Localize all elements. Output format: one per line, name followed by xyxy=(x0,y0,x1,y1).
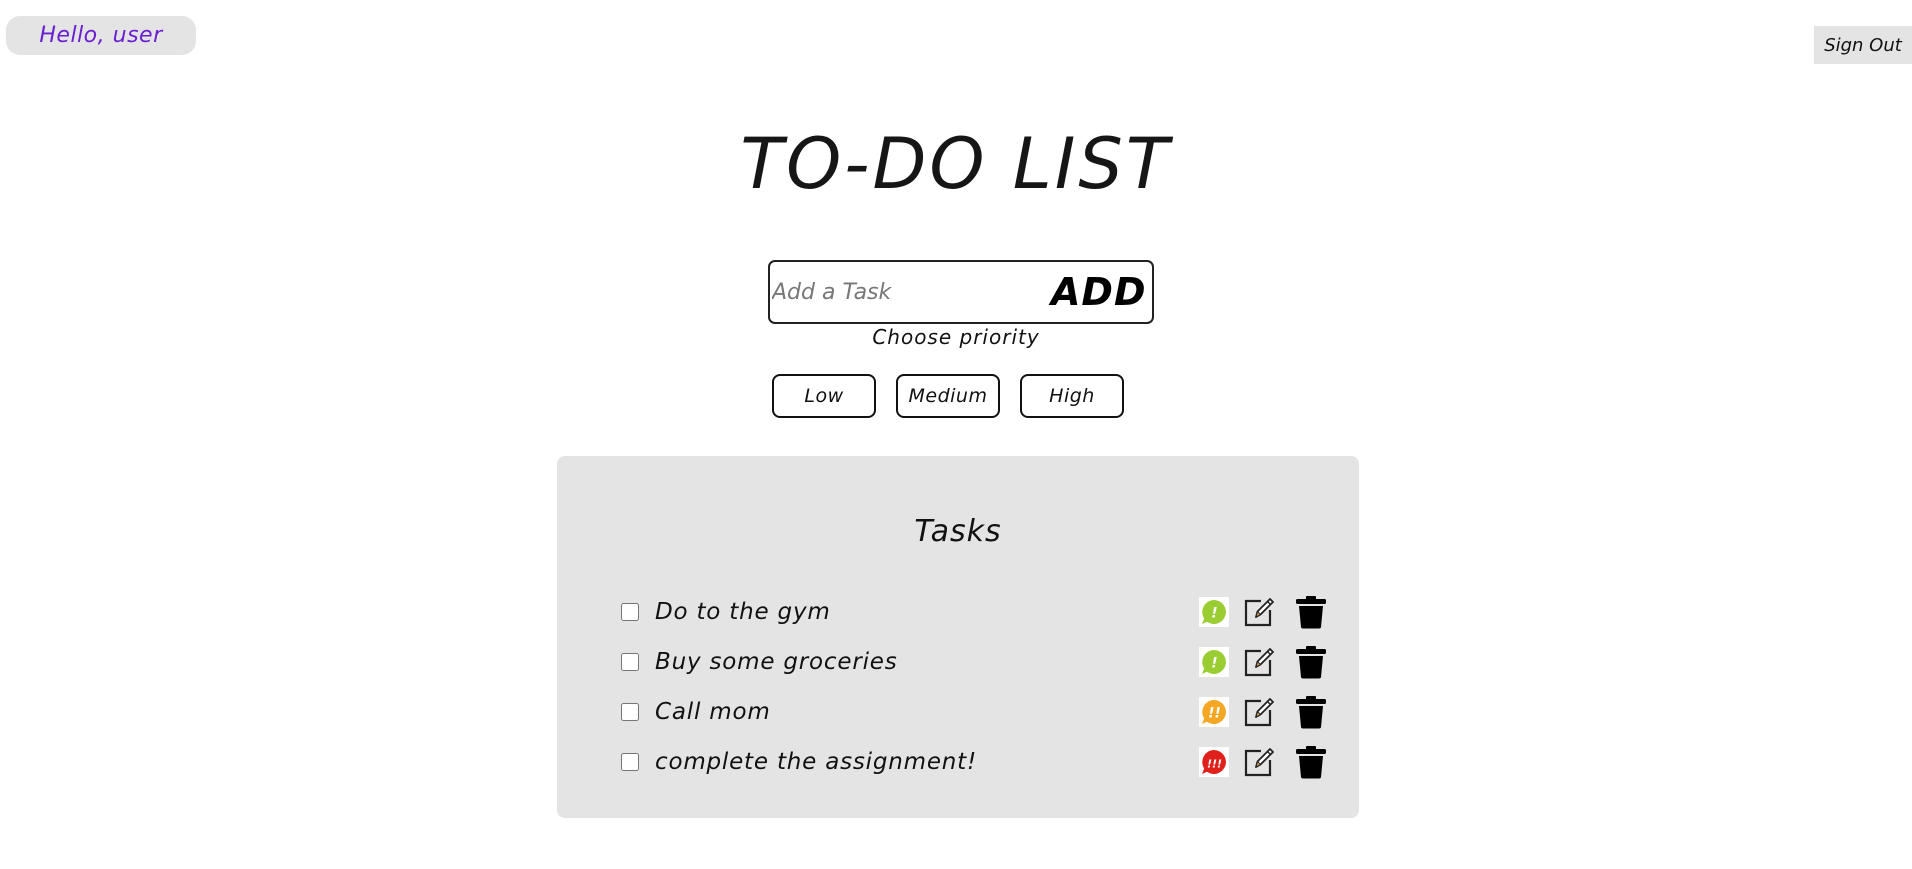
trash-icon[interactable] xyxy=(1295,695,1327,729)
task-item: Call mom!! xyxy=(621,687,1327,737)
priority-badge-icon: ! xyxy=(1199,597,1229,627)
priority-glyph: !! xyxy=(1208,706,1221,722)
task-text: Call mom xyxy=(655,699,771,725)
task-input[interactable] xyxy=(770,262,1043,322)
todo-page: Hello, user Sign Out TO-DO LIST ADD Choo… xyxy=(0,0,1912,869)
priority-low-button[interactable]: Low xyxy=(772,374,876,418)
priority-glyph: ! xyxy=(1211,656,1217,672)
trash-icon[interactable] xyxy=(1295,645,1327,679)
task-item: Buy some groceries! xyxy=(621,637,1327,687)
edit-icon[interactable] xyxy=(1243,696,1275,728)
task-actions: !! xyxy=(1199,687,1327,737)
add-task-button[interactable]: ADD xyxy=(1043,262,1152,322)
task-text: Buy some groceries xyxy=(655,649,898,675)
task-list: Do to the gym! Buy some groceries! Call mo… xyxy=(621,587,1327,787)
tasks-heading: Tasks xyxy=(914,514,1002,549)
priority-selector: Low Medium High xyxy=(772,374,1124,418)
task-checkbox[interactable] xyxy=(621,603,639,621)
priority-label: Choose priority xyxy=(872,325,1040,349)
task-actions: ! xyxy=(1199,587,1327,637)
priority-badge-icon: !!! xyxy=(1199,747,1229,777)
trash-icon[interactable] xyxy=(1295,745,1327,779)
task-text: complete the assignment! xyxy=(655,749,977,775)
edit-icon[interactable] xyxy=(1243,746,1275,778)
task-actions: !!! xyxy=(1199,737,1327,787)
priority-badge-icon: ! xyxy=(1199,647,1229,677)
task-checkbox[interactable] xyxy=(621,653,639,671)
edit-icon[interactable] xyxy=(1243,596,1275,628)
priority-badge-icon: !! xyxy=(1199,697,1229,727)
task-item: complete the assignment!!!! xyxy=(621,737,1327,787)
add-task-form: ADD xyxy=(768,260,1154,324)
task-checkbox[interactable] xyxy=(621,753,639,771)
priority-medium-button[interactable]: Medium xyxy=(896,374,1000,418)
trash-icon[interactable] xyxy=(1295,595,1327,629)
priority-glyph: ! xyxy=(1211,606,1217,622)
user-greeting: Hello, user xyxy=(6,16,196,55)
tasks-panel: Tasks Do to the gym! Buy some groceries! C… xyxy=(557,456,1359,818)
task-checkbox[interactable] xyxy=(621,703,639,721)
task-item: Do to the gym! xyxy=(621,587,1327,637)
edit-icon[interactable] xyxy=(1243,646,1275,678)
task-text: Do to the gym xyxy=(655,599,831,625)
page-title: TO-DO LIST xyxy=(740,123,1172,205)
task-actions: ! xyxy=(1199,637,1327,687)
priority-glyph: !!! xyxy=(1207,758,1222,771)
priority-high-button[interactable]: High xyxy=(1020,374,1124,418)
sign-out-button[interactable]: Sign Out xyxy=(1814,26,1912,64)
